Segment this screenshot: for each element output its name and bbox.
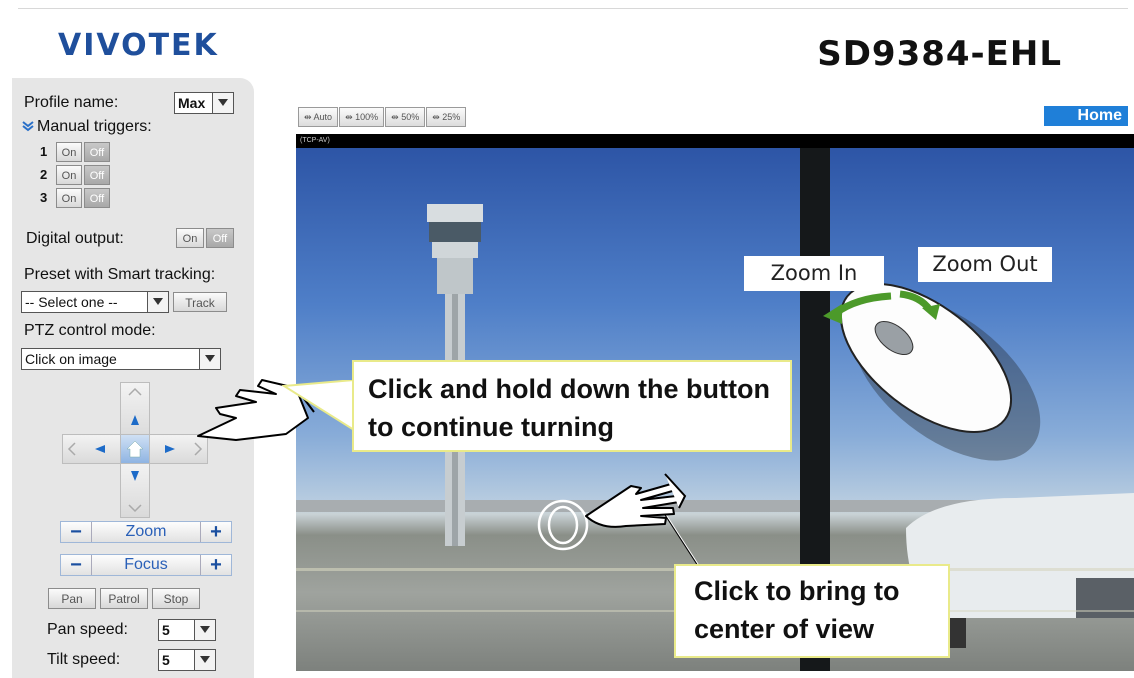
view-25-label: 25% [442,112,461,122]
tilt-up-button[interactable] [120,382,150,440]
tilt-speed-label: Tilt speed: [47,651,121,668]
header-divider [18,8,1128,9]
view-50-label: 50% [401,112,420,122]
trigger-1-number: 1 [40,144,48,159]
zoom-control: − Zoom + [60,521,232,543]
digital-output-on-button[interactable]: On [176,228,204,248]
ptz-mode-label: PTZ control mode: [24,322,156,339]
digital-output-off-button[interactable]: Off [206,228,234,248]
view-25-button[interactable]: ⇹ 25% [426,107,467,127]
hold-instruction-callout: Click and hold down the button to contin… [352,360,792,452]
profile-value: Max [178,95,206,111]
focus-minus-button[interactable]: − [65,555,87,575]
ptz-home-button[interactable] [120,434,150,464]
focus-plus-button[interactable]: + [205,555,227,575]
arrow-up-icon [128,387,142,425]
center-instruction-callout: Click to bring to center of view [674,564,950,658]
profile-select[interactable]: Max [174,92,234,114]
trigger-1-off-button[interactable]: Off [84,142,110,162]
resize-icon: ⇹ [391,112,402,122]
view-100-label: 100% [355,112,379,122]
tilt-down-button[interactable] [120,460,150,518]
pan-speed-select[interactable]: 5 [158,619,216,641]
zoom-label: Zoom [91,522,201,542]
trigger-3-off-button[interactable]: Off [84,188,110,208]
view-auto-label: Auto [313,112,333,122]
resize-icon: ⇹ [304,112,314,122]
callout-pointer [282,380,355,432]
preset-select[interactable]: -- Select one -- [21,291,169,313]
preset-value: -- Select one -- [25,294,118,310]
stop-button[interactable]: Stop [152,588,200,609]
arrow-left-icon [67,442,105,456]
arrow-down-icon [128,471,142,513]
preset-label: Preset with Smart tracking: [24,266,216,283]
zoom-in-label: Zoom In [744,256,884,291]
view-auto-button[interactable]: ⇹ Auto [298,107,339,127]
pan-speed-value: 5 [162,622,170,638]
digital-output-label: Digital output: [26,230,124,247]
tilt-speed-value: 5 [162,652,170,668]
stream-info-bar: (TCP-AV) [296,134,1134,148]
view-size-toolbar: ⇹ Auto ⇹ 100% ⇹ 50% ⇹ 25% [298,107,467,127]
profile-label: Profile name: [24,94,119,111]
model-name: SD9384-EHL [817,34,1062,74]
zoom-out-button[interactable]: − [65,522,87,542]
resize-icon: ⇹ [345,112,356,122]
track-button[interactable]: Track [173,292,227,312]
zoom-in-button[interactable]: + [205,522,227,542]
focus-label: Focus [91,555,201,575]
tilt-speed-select[interactable]: 5 [158,649,216,671]
zoom-out-label: Zoom Out [918,247,1052,282]
pan-speed-label: Pan speed: [47,621,128,638]
trigger-2-on-button[interactable]: On [56,165,82,185]
home-link[interactable]: Home [1044,106,1128,126]
chevron-down-icon [212,93,233,113]
chevron-down-icon [199,349,220,369]
focus-control: − Focus + [60,554,232,576]
chevron-down-icon [194,650,215,670]
pan-button[interactable]: Pan [48,588,96,609]
resize-icon: ⇹ [432,112,443,122]
trigger-2-off-button[interactable]: Off [84,165,110,185]
home-icon [126,440,144,458]
pointing-hand-icon [585,473,687,528]
pan-left-button[interactable] [62,434,122,464]
ptz-mode-select[interactable]: Click on image [21,348,221,370]
trigger-1-on-button[interactable]: On [56,142,82,162]
patrol-button[interactable]: Patrol [100,588,148,609]
chevron-down-icon [147,292,168,312]
trigger-2-number: 2 [40,167,48,182]
vivotek-logo: VIVOTEK [58,28,219,63]
trigger-3-on-button[interactable]: On [56,188,82,208]
manual-triggers-label: Manual triggers: [37,118,152,135]
double-chevron-down-icon [22,121,34,132]
view-100-button[interactable]: ⇹ 100% [339,107,385,127]
ptz-mode-value: Click on image [25,351,117,367]
view-50-button[interactable]: ⇹ 50% [385,107,426,127]
chevron-down-icon [194,620,215,640]
trigger-3-number: 3 [40,190,48,205]
